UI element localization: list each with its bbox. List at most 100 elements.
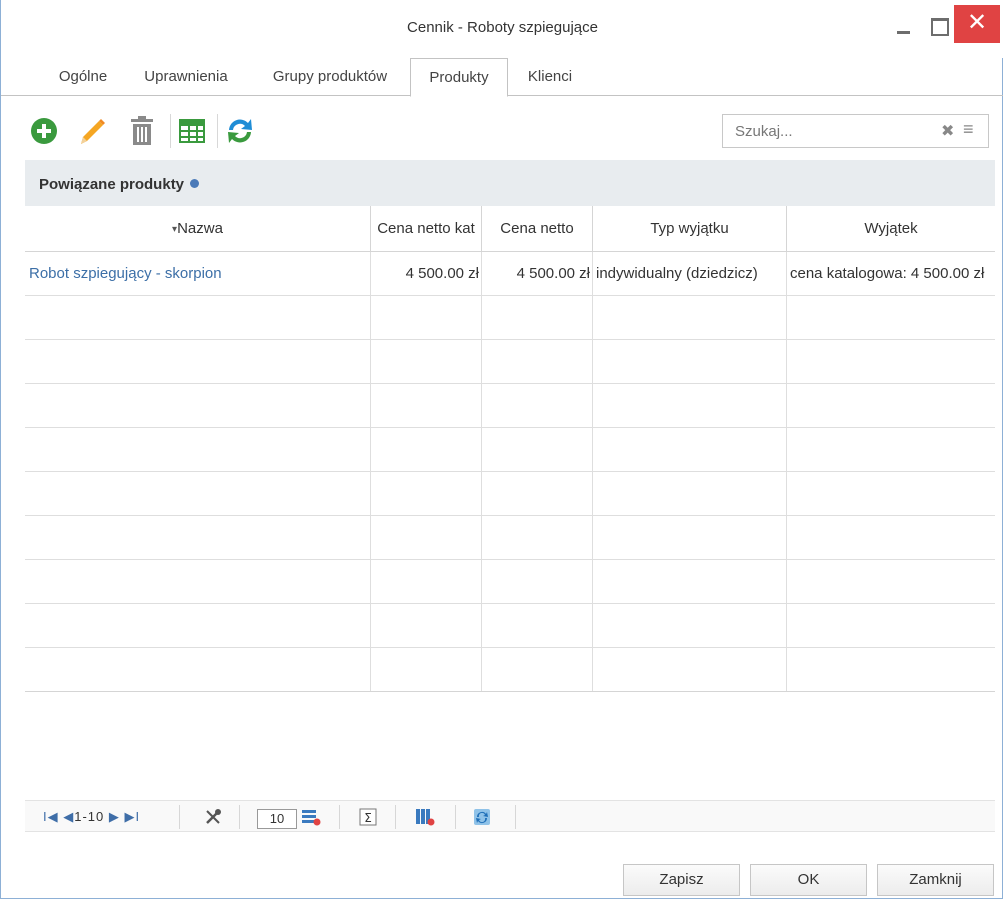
- column-header-label: Nazwa: [177, 220, 223, 237]
- empty-cell: [371, 384, 482, 428]
- empty-table-row: [25, 384, 995, 428]
- close-icon: ✕: [966, 9, 988, 36]
- column-header-catalog-net-price[interactable]: Cena netto kat: [371, 206, 482, 252]
- column-header-name[interactable]: ▾Nazwa: [25, 206, 371, 252]
- empty-cell: [25, 472, 371, 516]
- products-grid: ▾Nazwa Cena netto kat Cena netto Typ wyj…: [25, 206, 995, 692]
- pager-separator: [239, 805, 240, 829]
- cell-product-name[interactable]: Robot szpiegujący - skorpion: [25, 252, 371, 296]
- empty-table-row: [25, 472, 995, 516]
- columns-icon[interactable]: [415, 807, 435, 827]
- delete-trash-icon[interactable]: [125, 114, 159, 148]
- table-view-icon[interactable]: [175, 114, 209, 148]
- cell-exception-type: indywidualny (dziedzicz): [593, 252, 787, 296]
- tab-permissions[interactable]: Uprawnienia: [131, 58, 241, 96]
- empty-cell: [593, 340, 787, 384]
- tab-general[interactable]: Ogólne: [41, 58, 125, 96]
- empty-cell: [593, 516, 787, 560]
- grid-toolbar: ✖ ≡: [25, 108, 995, 152]
- empty-cell: [787, 296, 995, 340]
- first-page-icon[interactable]: I◀: [43, 809, 59, 824]
- empty-table-row: [25, 516, 995, 560]
- prev-page-icon[interactable]: ◀: [63, 809, 74, 824]
- clear-search-icon[interactable]: ✖: [941, 121, 954, 141]
- panel-title: Powiązane produkty: [39, 176, 200, 193]
- column-header-exception[interactable]: Wyjątek: [787, 206, 995, 252]
- tab-bar: Ogólne Uprawnienia Grupy produktów Produ…: [1, 58, 1003, 97]
- empty-table-row: [25, 296, 995, 340]
- tab-clients[interactable]: Klienci: [511, 58, 589, 96]
- column-header-exception-type[interactable]: Typ wyjątku: [593, 206, 787, 252]
- empty-cell: [787, 428, 995, 472]
- empty-table-row: [25, 604, 995, 648]
- empty-cell: [371, 428, 482, 472]
- add-icon[interactable]: [27, 114, 61, 148]
- cell-catalog-net-price: 4 500.00 zł: [371, 252, 482, 296]
- empty-cell: [482, 648, 593, 691]
- empty-table-row: [25, 560, 995, 604]
- table-row[interactable]: Robot szpiegujący - skorpion 4 500.00 zł…: [25, 252, 995, 296]
- empty-cell: [371, 472, 482, 516]
- empty-cell: [371, 296, 482, 340]
- empty-cell: [787, 340, 995, 384]
- tools-icon[interactable]: [203, 807, 223, 827]
- empty-cell: [25, 384, 371, 428]
- page-range: 1-10: [74, 809, 105, 824]
- search-options-icon[interactable]: ≡: [963, 119, 974, 140]
- info-icon[interactable]: [190, 179, 200, 188]
- panel-header: Powiązane produkty: [25, 160, 995, 206]
- tab-products[interactable]: Produkty: [410, 58, 508, 97]
- empty-cell: [593, 560, 787, 604]
- empty-cell: [25, 340, 371, 384]
- empty-cell: [787, 516, 995, 560]
- refresh-icon[interactable]: [223, 114, 257, 148]
- empty-cell: [25, 428, 371, 472]
- pager-separator: [395, 805, 396, 829]
- close-button[interactable]: Zamknij: [877, 864, 994, 896]
- empty-cell: [787, 560, 995, 604]
- page-size-input[interactable]: 10: [257, 809, 297, 829]
- empty-cell: [787, 384, 995, 428]
- close-window-button[interactable]: ✕: [954, 5, 1000, 43]
- empty-cell: [482, 428, 593, 472]
- grid-header: ▾Nazwa Cena netto kat Cena netto Typ wyj…: [25, 206, 995, 252]
- last-page-icon[interactable]: ▶I: [125, 809, 141, 824]
- empty-cell: [593, 472, 787, 516]
- empty-cell: [482, 516, 593, 560]
- panel-title-text: Powiązane produkty: [39, 176, 185, 193]
- cell-exception: cena katalogowa: 4 500.00 zł: [790, 265, 985, 282]
- empty-cell: [25, 648, 371, 691]
- edit-pencil-icon[interactable]: [75, 114, 109, 148]
- empty-cell: [371, 516, 482, 560]
- pager-separator: [339, 805, 340, 829]
- empty-table-row: [25, 428, 995, 472]
- empty-cell: [593, 604, 787, 648]
- page-size-list-icon[interactable]: [301, 807, 321, 827]
- empty-cell: [787, 648, 995, 691]
- pager-separator: [179, 805, 180, 829]
- minimize-button[interactable]: [889, 7, 919, 41]
- column-header-net-price[interactable]: Cena netto: [482, 206, 593, 252]
- empty-cell: [593, 296, 787, 340]
- next-page-icon[interactable]: ▶: [109, 809, 120, 824]
- empty-cell: [371, 648, 482, 691]
- empty-cell: [25, 560, 371, 604]
- ok-button[interactable]: OK: [750, 864, 867, 896]
- empty-cell: [25, 516, 371, 560]
- empty-table-row: [25, 648, 995, 691]
- cell-net-price: 4 500.00 zł: [482, 252, 593, 296]
- search-input[interactable]: [723, 115, 923, 147]
- sum-icon[interactable]: Σ: [358, 807, 378, 827]
- save-button[interactable]: Zapisz: [623, 864, 740, 896]
- tab-product-groups[interactable]: Grupy produktów: [251, 58, 409, 96]
- toolbar-separator: [170, 114, 171, 148]
- grid-pager: I◀ ◀1-10 ▶ ▶I 10 Σ: [25, 800, 995, 832]
- window-title: Cennik - Roboty szpiegujące: [407, 19, 598, 36]
- empty-cell: [371, 340, 482, 384]
- reload-grid-icon[interactable]: [472, 807, 492, 827]
- title-bar[interactable]: Cennik - Roboty szpiegujące ✕: [1, 0, 1003, 58]
- empty-table-row: [25, 340, 995, 384]
- empty-cell: [25, 296, 371, 340]
- maximize-button[interactable]: [923, 7, 953, 41]
- empty-cell: [787, 604, 995, 648]
